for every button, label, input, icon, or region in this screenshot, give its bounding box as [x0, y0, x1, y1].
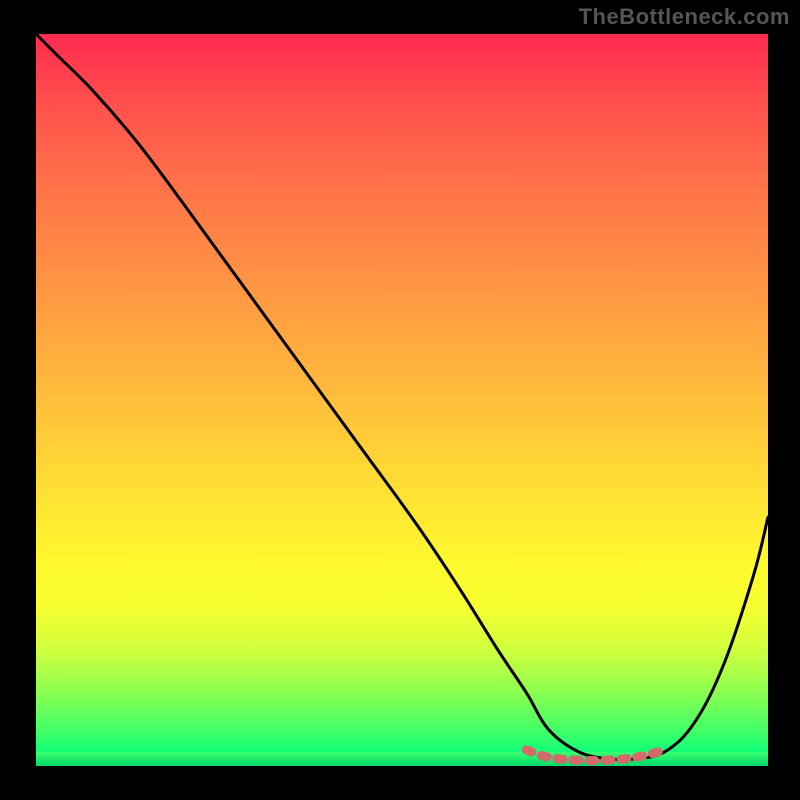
bottleneck-curve-path: [36, 34, 768, 760]
watermark-text: TheBottleneck.com: [579, 4, 790, 30]
plot-area: [36, 34, 768, 766]
curve-layer: [36, 34, 768, 766]
chart-frame: TheBottleneck.com: [0, 0, 800, 800]
optimal-band-path: [526, 750, 665, 761]
